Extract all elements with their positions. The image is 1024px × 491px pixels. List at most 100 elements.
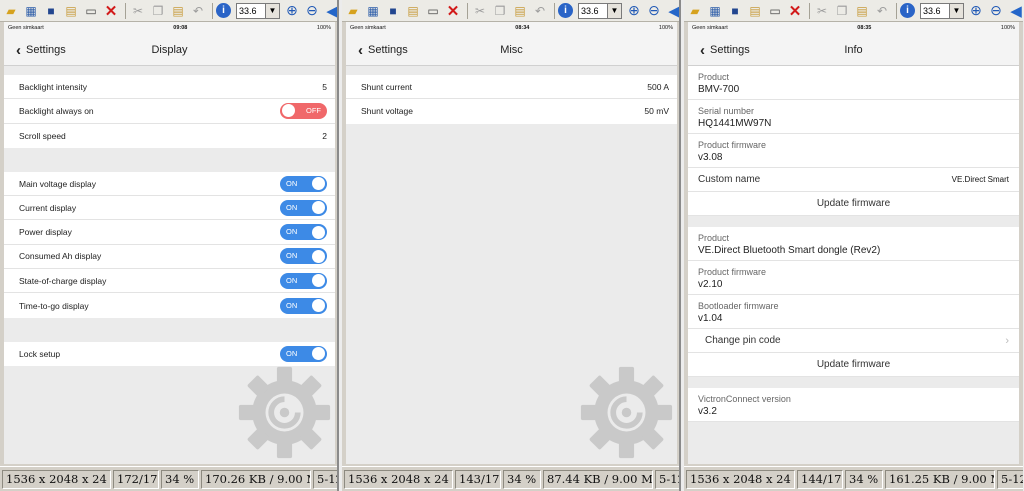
power-display-toggle[interactable]: ON [280, 224, 327, 241]
zoom-value[interactable]: 33.6 [578, 2, 608, 19]
image-viewer-window-info: ▰ ▦ ■ ▤ ▭ ✕ ✂ ❐ ▤ ↶ i 33.6 ▼ ⊕ ⊖ ◀ ▶ Gee… [684, 0, 1023, 491]
chevron-down-icon[interactable]: ▼ [608, 2, 622, 19]
thumbnails-icon[interactable]: ▦ [22, 2, 40, 20]
arrow-left-icon[interactable]: ◀ [665, 2, 679, 20]
info-value: v3.08 [698, 152, 723, 163]
chevron-left-icon: ‹ [358, 41, 363, 59]
back-button[interactable]: ‹ Settings [358, 34, 408, 66]
undo-icon[interactable]: ↶ [189, 2, 207, 20]
print-icon[interactable]: ▭ [82, 2, 100, 20]
main-voltage-display-toggle[interactable]: ON [280, 175, 327, 192]
paste-icon[interactable]: ▤ [404, 2, 422, 20]
setting-label: Consumed Ah display [19, 251, 102, 262]
cut-icon[interactable]: ✂ [471, 2, 489, 20]
info-value: VE.Direct Bluetooth Smart dongle (Rev2) [698, 245, 881, 256]
info-label: Product firmware [698, 140, 767, 150]
zoom-out-icon[interactable]: ⊖ [987, 2, 1005, 20]
cut-icon[interactable]: ✂ [813, 2, 831, 20]
viewer-toolbar: ▰ ▦ ■ ▤ ▭ ✕ ✂ ❐ ▤ ↶ i 33.6 ▼ ⊕ ⊖ ◀ ▶ [342, 0, 679, 22]
change-pin-code-label: Change pin code [705, 335, 781, 346]
update-dongle-firmware-button[interactable]: Update firmware [688, 353, 1019, 377]
toolbar-separator [896, 2, 897, 19]
state-of-charge-display-toggle[interactable]: ON [280, 272, 327, 289]
toggle-label: ON [286, 275, 298, 285]
change-pin-code-row[interactable]: Change pin code › [688, 329, 1019, 353]
setting-row-scroll-speed[interactable]: Scroll speed 2 [4, 124, 335, 148]
clock-text: 08:35 [857, 25, 872, 31]
print-icon[interactable]: ▭ [766, 2, 784, 20]
thumbnails-icon[interactable]: ▦ [364, 2, 382, 20]
toggle-knob [312, 225, 325, 239]
chevron-down-icon[interactable]: ▼ [266, 2, 280, 19]
copy-icon[interactable]: ❐ [149, 2, 167, 20]
back-button-label: Settings [26, 44, 66, 56]
setting-row-shunt-current[interactable]: Shunt current 500 A [346, 75, 677, 100]
setting-row-time-to-go-display: Time-to-go display ON [4, 293, 335, 317]
print-icon[interactable]: ▭ [424, 2, 442, 20]
info-value: HQ1441MW97N [698, 118, 772, 129]
paste-icon[interactable]: ▤ [169, 2, 187, 20]
delete-icon[interactable]: ✕ [102, 2, 120, 20]
update-firmware-button[interactable]: Update firmware [688, 192, 1019, 216]
zoom-out-icon[interactable]: ⊖ [303, 2, 321, 20]
consumed-ah-display-toggle[interactable]: ON [280, 248, 327, 265]
time-to-go-display-toggle[interactable]: ON [280, 297, 327, 314]
info-label: Product [698, 233, 730, 243]
toolbar-separator [809, 2, 810, 19]
undo-icon[interactable]: ↶ [873, 2, 891, 20]
open-folder-icon[interactable]: ▰ [686, 2, 704, 20]
zoom-in-icon[interactable]: ⊕ [625, 2, 643, 20]
backlight-always-on-toggle[interactable]: OFF [280, 102, 327, 119]
open-folder-icon[interactable]: ▰ [2, 2, 20, 20]
back-button[interactable]: ‹ Settings [700, 34, 750, 66]
paste-icon[interactable]: ▤ [853, 2, 871, 20]
back-button[interactable]: ‹ Settings [16, 34, 66, 66]
paste-icon[interactable]: ▤ [511, 2, 529, 20]
info-group-device: Product BMV-700 Serial number HQ1441MW97… [688, 66, 1019, 216]
toggle-knob [282, 104, 295, 118]
save-icon[interactable]: ■ [726, 2, 744, 20]
save-icon[interactable]: ■ [42, 2, 60, 20]
zoom-value[interactable]: 33.6 [236, 2, 266, 19]
chevron-left-icon: ‹ [16, 41, 21, 59]
paste-icon[interactable]: ▤ [746, 2, 764, 20]
zoom-combobox[interactable]: 33.6 ▼ [920, 2, 964, 19]
setting-label: Current display [19, 202, 77, 213]
delete-icon[interactable]: ✕ [786, 2, 804, 20]
info-row-custom-name[interactable]: Custom name VE.Direct Smart [688, 168, 1019, 192]
zoom-value[interactable]: 33.6 [920, 2, 950, 19]
image-index: 144/172 [797, 469, 843, 489]
zoom-percent: 34 % [161, 469, 199, 489]
thumbnails-icon[interactable]: ▦ [706, 2, 724, 20]
paste-icon[interactable]: ▤ [62, 2, 80, 20]
info-icon[interactable]: i [216, 3, 231, 18]
info-label: Product firmware [698, 267, 767, 277]
battery-text: 100% [1000, 25, 1015, 31]
lock-setup-toggle[interactable]: ON [280, 345, 327, 362]
zoom-combobox[interactable]: 33.6 ▼ [578, 2, 622, 19]
undo-icon[interactable]: ↶ [531, 2, 549, 20]
back-button-label: Settings [368, 44, 408, 56]
arrow-left-icon[interactable]: ◀ [323, 2, 337, 20]
delete-icon[interactable]: ✕ [444, 2, 462, 20]
open-folder-icon[interactable]: ▰ [344, 2, 362, 20]
chevron-down-icon[interactable]: ▼ [950, 2, 964, 19]
current-display-toggle[interactable]: ON [280, 199, 327, 216]
copy-icon[interactable]: ❐ [833, 2, 851, 20]
save-icon[interactable]: ■ [384, 2, 402, 20]
info-icon[interactable]: i [558, 3, 573, 18]
zoom-out-icon[interactable]: ⊖ [645, 2, 663, 20]
viewer-status-bar: 1536 x 2048 x 24 BPP 172/172 34 % 170.26… [0, 466, 337, 491]
setting-row-shunt-voltage[interactable]: Shunt voltage 50 mV [346, 99, 677, 123]
settings-group-shunt: Shunt current 500 A Shunt voltage 50 mV [346, 75, 677, 124]
zoom-combobox[interactable]: 33.6 ▼ [236, 2, 280, 19]
info-icon[interactable]: i [900, 3, 915, 18]
info-label: VictronConnect version [698, 394, 791, 404]
copy-icon[interactable]: ❐ [491, 2, 509, 20]
arrow-left-icon[interactable]: ◀ [1007, 2, 1023, 20]
zoom-in-icon[interactable]: ⊕ [283, 2, 301, 20]
setting-row-backlight-intensity[interactable]: Backlight intensity 5 [4, 75, 335, 100]
zoom-in-icon[interactable]: ⊕ [967, 2, 985, 20]
cut-icon[interactable]: ✂ [129, 2, 147, 20]
